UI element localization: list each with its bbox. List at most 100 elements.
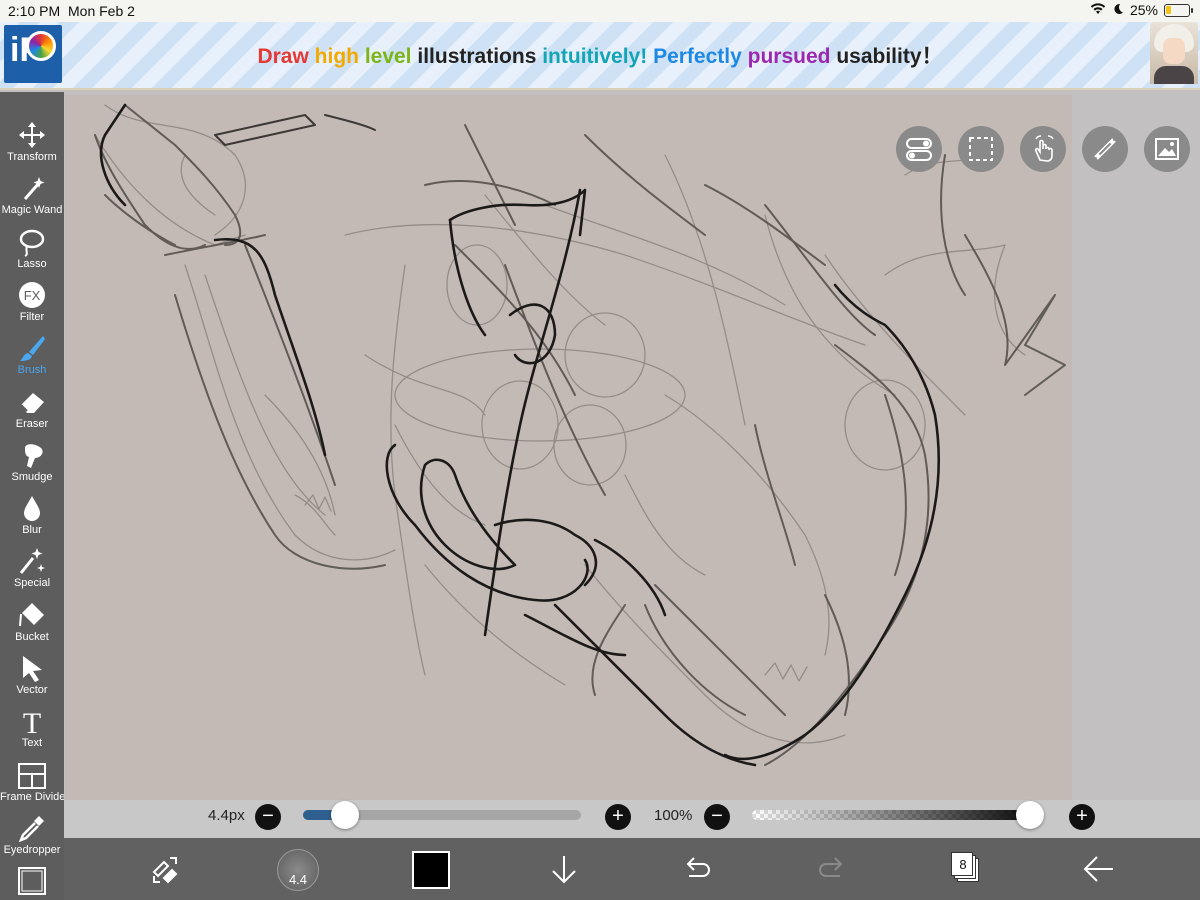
opacity-increase-button[interactable]: + xyxy=(1069,804,1095,830)
lasso-icon xyxy=(0,227,64,257)
arrow-down-icon xyxy=(552,856,576,884)
slogan-segment: high xyxy=(314,45,365,68)
opacity-decrease-button[interactable]: − xyxy=(704,804,730,830)
tool-label: Vector xyxy=(16,684,48,696)
brush-size-value: 4.4px xyxy=(208,807,245,824)
ibispaint-app: 2:10 PM Mon Feb 2 25% iP Draw high level… xyxy=(0,0,1200,900)
slogan-segment: illustrations xyxy=(417,45,543,68)
sparkle-icon xyxy=(0,546,64,576)
touch-button[interactable] xyxy=(1020,126,1066,172)
drop-icon xyxy=(0,493,64,523)
selection-button[interactable] xyxy=(958,126,1004,172)
selection-icon xyxy=(969,137,993,161)
arrow-left-icon xyxy=(1083,856,1113,882)
banner-character-image xyxy=(1150,22,1198,84)
battery-fill xyxy=(1166,5,1171,14)
ruler-button[interactable] xyxy=(1082,126,1128,172)
layer-count: 8 xyxy=(959,857,967,872)
image-button[interactable] xyxy=(1144,126,1190,172)
status-right: 25% xyxy=(1090,2,1193,18)
back-button[interactable] xyxy=(1075,846,1121,892)
move-icon xyxy=(0,120,64,150)
tool-text[interactable]: T Text xyxy=(0,706,64,759)
toggle-button[interactable] xyxy=(896,126,942,172)
opacity-knob[interactable] xyxy=(1016,801,1044,829)
tool-label: Special xyxy=(13,577,51,590)
ad-banner[interactable]: iP Draw high level illustrations intuiti… xyxy=(0,22,1200,90)
brush-preview-button[interactable]: 4.4 xyxy=(277,849,319,891)
tool-vector[interactable]: Vector xyxy=(0,653,64,706)
status-bar: 2:10 PM Mon Feb 2 25% xyxy=(0,0,1200,22)
size-increase-button[interactable]: + xyxy=(605,804,631,830)
tool-frame-divider[interactable]: Frame Divider xyxy=(0,760,70,813)
tool-label: Filter xyxy=(19,310,45,323)
toggle-icon xyxy=(906,138,932,161)
eyedropper-icon xyxy=(0,813,64,843)
brush-eraser-swap-button[interactable] xyxy=(142,846,188,892)
drawing-canvas[interactable] xyxy=(65,95,1072,801)
apply-down-button[interactable] xyxy=(541,846,587,892)
battery-icon xyxy=(1164,3,1193,17)
tool-eyedropper[interactable]: Eyedropper xyxy=(0,813,64,866)
tool-magic-wand[interactable]: Magic Wand xyxy=(0,173,64,226)
tool-smudge[interactable]: Smudge xyxy=(0,440,64,493)
brush-size-knob[interactable] xyxy=(331,801,359,829)
tool-label: Bucket xyxy=(15,630,49,643)
slogan-segment: Draw xyxy=(257,45,315,68)
status-time: 2:10 PM xyxy=(8,3,61,19)
tool-blur[interactable]: Blur xyxy=(0,493,64,546)
redo-button[interactable] xyxy=(808,846,854,892)
tool-label: Frame Divider xyxy=(0,790,70,803)
tool-sidebar: Transform Magic Wand Lasso FX Filter Brush Era… xyxy=(0,92,70,900)
frame-divider-icon xyxy=(0,760,64,790)
svg-text:FX: FX xyxy=(24,288,41,303)
moon-icon xyxy=(1112,2,1124,18)
tool-label: Magic Wand xyxy=(1,204,63,217)
layers-button[interactable]: 8 xyxy=(951,852,979,882)
sketch-drawing xyxy=(94,103,1066,767)
undo-button[interactable] xyxy=(675,846,721,892)
tool-label: Eraser xyxy=(15,417,49,430)
opacity-slider[interactable] xyxy=(752,801,1044,829)
workspace[interactable] xyxy=(64,92,1200,838)
banner-slogan: Draw high level illustrations intuitivel… xyxy=(0,40,1200,70)
tool-label: Blur xyxy=(22,524,42,537)
redo-icon xyxy=(819,857,843,877)
battery-text: 25% xyxy=(1129,2,1158,18)
ruler-icon xyxy=(1094,138,1116,160)
swap-tool-icon xyxy=(152,857,178,884)
text-icon: T xyxy=(0,706,64,740)
bottom-toolbar: 4.4 8 xyxy=(64,838,1200,900)
tool-label: Brush xyxy=(17,364,47,377)
tool-label: Lasso xyxy=(17,257,47,270)
undo-icon xyxy=(686,857,710,877)
brush-size-slider[interactable] xyxy=(303,801,581,829)
slogan-segment: pursued xyxy=(747,45,837,68)
canvas-icon xyxy=(0,866,64,896)
cursor-icon xyxy=(0,653,64,683)
touch-icon xyxy=(1034,135,1054,162)
tool-eraser[interactable]: Eraser xyxy=(0,387,64,440)
current-color-swatch[interactable] xyxy=(412,851,450,889)
tool-label: Transform xyxy=(7,151,57,163)
image-icon xyxy=(1155,138,1179,160)
bucket-icon xyxy=(0,600,64,630)
brush-icon xyxy=(0,333,64,363)
slogan-segment: usability xyxy=(836,45,922,68)
eraser-icon xyxy=(0,387,64,417)
size-decrease-button[interactable]: − xyxy=(255,804,281,830)
tool-lasso[interactable]: Lasso xyxy=(0,227,64,280)
tool-bucket[interactable]: Bucket xyxy=(0,600,64,653)
tool-canvas[interactable] xyxy=(0,866,64,900)
tool-filter[interactable]: FX Filter xyxy=(0,280,64,333)
tool-label: Smudge xyxy=(11,470,53,483)
tool-brush[interactable]: Brush xyxy=(0,333,64,386)
opacity-value: 100% xyxy=(654,807,693,824)
slogan-segment: intuitively! xyxy=(542,45,654,68)
svg-text:T: T xyxy=(23,707,41,736)
fx-icon: FX xyxy=(0,280,64,310)
slogan-segment: Perfectly xyxy=(653,45,748,68)
tool-transform[interactable]: Transform xyxy=(0,120,64,173)
tool-special[interactable]: Special xyxy=(0,546,64,599)
slider-bar: 4.4px − + 100% − + xyxy=(64,800,1200,838)
